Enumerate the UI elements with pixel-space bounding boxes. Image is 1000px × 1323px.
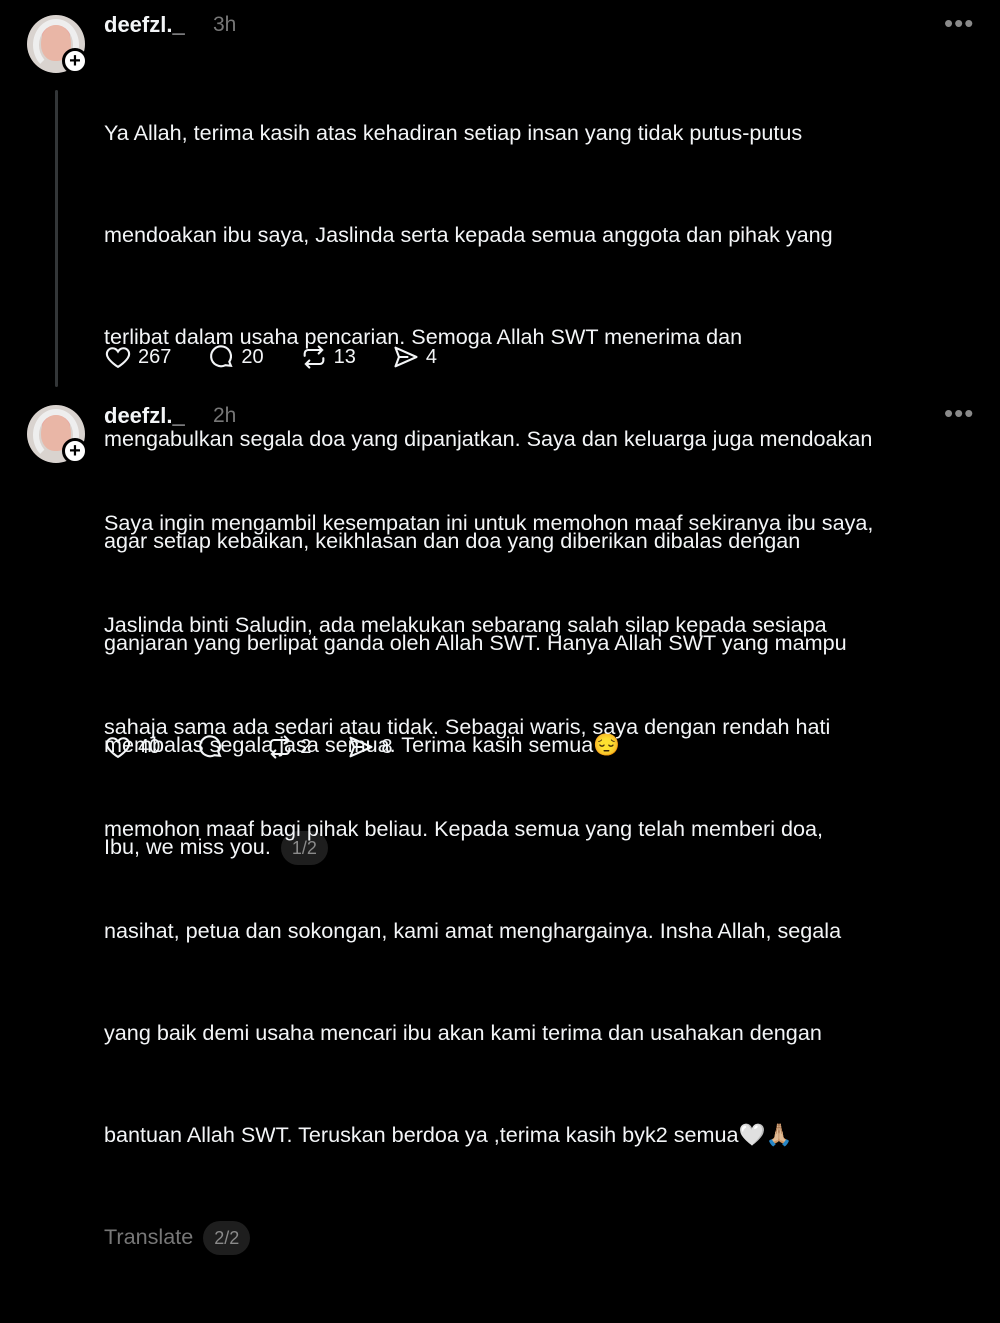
translate-link[interactable]: Translate <box>104 1224 193 1249</box>
text-line: Translate 2/2 <box>104 1220 984 1255</box>
text-line: Jaslinda binti Saludin, ada melakukan se… <box>104 612 827 637</box>
share-count: 4 <box>425 345 437 368</box>
text-line: bantuan Allah SWT. Teruskan berdoa ya ,t… <box>104 1122 793 1147</box>
timestamp: 2h <box>213 404 237 427</box>
action-bar: 40 2 8 <box>104 731 429 763</box>
heart-icon <box>105 737 131 759</box>
action-bar: 267 20 13 4 <box>104 341 473 373</box>
send-icon <box>349 736 373 758</box>
like-count: 40 <box>138 735 161 758</box>
repost-button[interactable]: 2 <box>266 733 311 761</box>
comment-button[interactable] <box>196 733 230 761</box>
repost-button[interactable]: 13 <box>300 343 356 371</box>
send-icon <box>394 346 418 368</box>
follow-plus-icon[interactable]: + <box>62 438 88 464</box>
text-line: Ya Allah, terima kasih atas kehadiran se… <box>104 120 803 145</box>
comment-count: 20 <box>241 345 264 368</box>
follow-plus-icon[interactable]: + <box>62 48 88 74</box>
heart-icon <box>105 347 131 369</box>
thread-pager-badge: 2/2 <box>203 1221 251 1255</box>
post-text: Saya ingin mengambil kesempatan ini untu… <box>104 438 984 1323</box>
comment-button[interactable]: 20 <box>207 343 264 371</box>
text-line: nasihat, petua dan sokongan, kami amat m… <box>104 918 842 943</box>
text-line: Saya ingin mengambil kesempatan ini untu… <box>104 510 874 535</box>
repost-count: 13 <box>333 345 356 368</box>
repost-icon <box>269 735 291 759</box>
like-count: 267 <box>138 345 172 368</box>
username[interactable]: deefzl._ <box>104 403 185 429</box>
more-options-icon[interactable]: ••• <box>944 398 974 429</box>
text-line: memohon maaf bagi pihak beliau. Kepada s… <box>104 816 824 841</box>
timestamp: 3h <box>213 13 237 36</box>
repost-count: 2 <box>300 735 312 758</box>
comment-icon <box>210 345 233 368</box>
comment-icon <box>199 735 222 758</box>
username[interactable]: deefzl._ <box>104 12 185 38</box>
text-line: yang baik demi usaha mencari ibu akan ka… <box>104 1020 822 1045</box>
text-line: mendoakan ibu saya, Jaslinda serta kepad… <box>104 222 833 247</box>
more-options-icon[interactable]: ••• <box>944 8 974 39</box>
share-button[interactable]: 8 <box>347 733 393 761</box>
repost-icon <box>303 345 325 369</box>
share-button[interactable]: 4 <box>392 343 437 371</box>
thread-line <box>55 90 58 387</box>
like-button[interactable]: 267 <box>104 343 171 371</box>
like-button[interactable]: 40 <box>104 733 160 761</box>
share-count: 8 <box>381 735 393 758</box>
